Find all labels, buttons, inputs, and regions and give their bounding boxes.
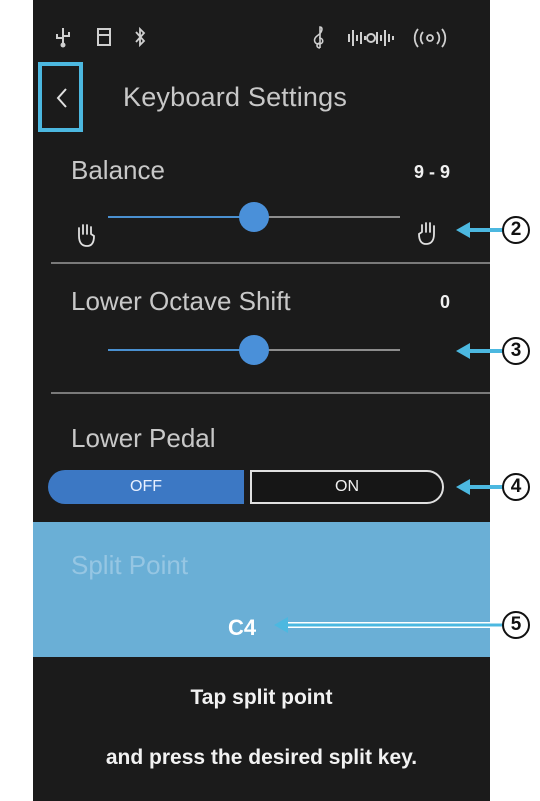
split-point-label: Split Point: [71, 550, 189, 580]
lower-pedal-label: Lower Pedal: [71, 423, 216, 453]
octave-shift-slider-fill: [108, 349, 254, 351]
callout-arrow-icon: [456, 479, 506, 495]
callout-3: 3: [502, 337, 530, 365]
wireless-icon: [413, 28, 447, 48]
octave-shift-slider-thumb[interactable]: [239, 335, 269, 365]
pedal-off-button[interactable]: OFF: [48, 470, 244, 504]
balance-value: 9 - 9: [413, 162, 450, 182]
left-hand-icon: [78, 224, 95, 247]
callout-4: 4: [502, 473, 530, 501]
lower-octave-shift-label: Lower Octave Shift: [71, 286, 291, 316]
callout-arrow-icon: [274, 617, 504, 633]
hint-line-2: and press the desired split key.: [105, 746, 418, 769]
balance-slider-fill: [108, 216, 254, 218]
treble-clef-icon: [313, 26, 324, 49]
keyboard-settings-screen: Keyboard Settings Balance 9 - 9 Lower Oc…: [33, 0, 490, 801]
pedal-on-button[interactable]: ON: [250, 470, 444, 504]
right-hand-icon: [418, 222, 435, 245]
chevron-left-icon: [56, 88, 67, 108]
usb-icon: [56, 28, 70, 48]
divider: [51, 392, 490, 394]
divider: [51, 262, 490, 264]
back-button[interactable]: [38, 62, 83, 132]
balance-label: Balance: [71, 155, 165, 185]
audio-icon: [348, 30, 394, 46]
callout-arrow-icon: [456, 343, 506, 359]
bluetooth-icon: [135, 26, 146, 48]
callout-5: 5: [502, 611, 530, 639]
hint-line-1: Tap split point: [190, 686, 333, 709]
split-point-panel[interactable]: Split Point C4: [33, 522, 490, 657]
page-title: Keyboard Settings: [123, 82, 348, 112]
lower-octave-shift-value: 0: [439, 292, 450, 312]
callout-2: 2: [502, 216, 530, 244]
balance-slider-thumb[interactable]: [239, 202, 269, 232]
status-bar: [33, 0, 490, 66]
usb-memory-icon: [97, 28, 111, 46]
callout-arrow-icon: [456, 222, 506, 238]
split-point-value[interactable]: C4: [228, 615, 256, 641]
